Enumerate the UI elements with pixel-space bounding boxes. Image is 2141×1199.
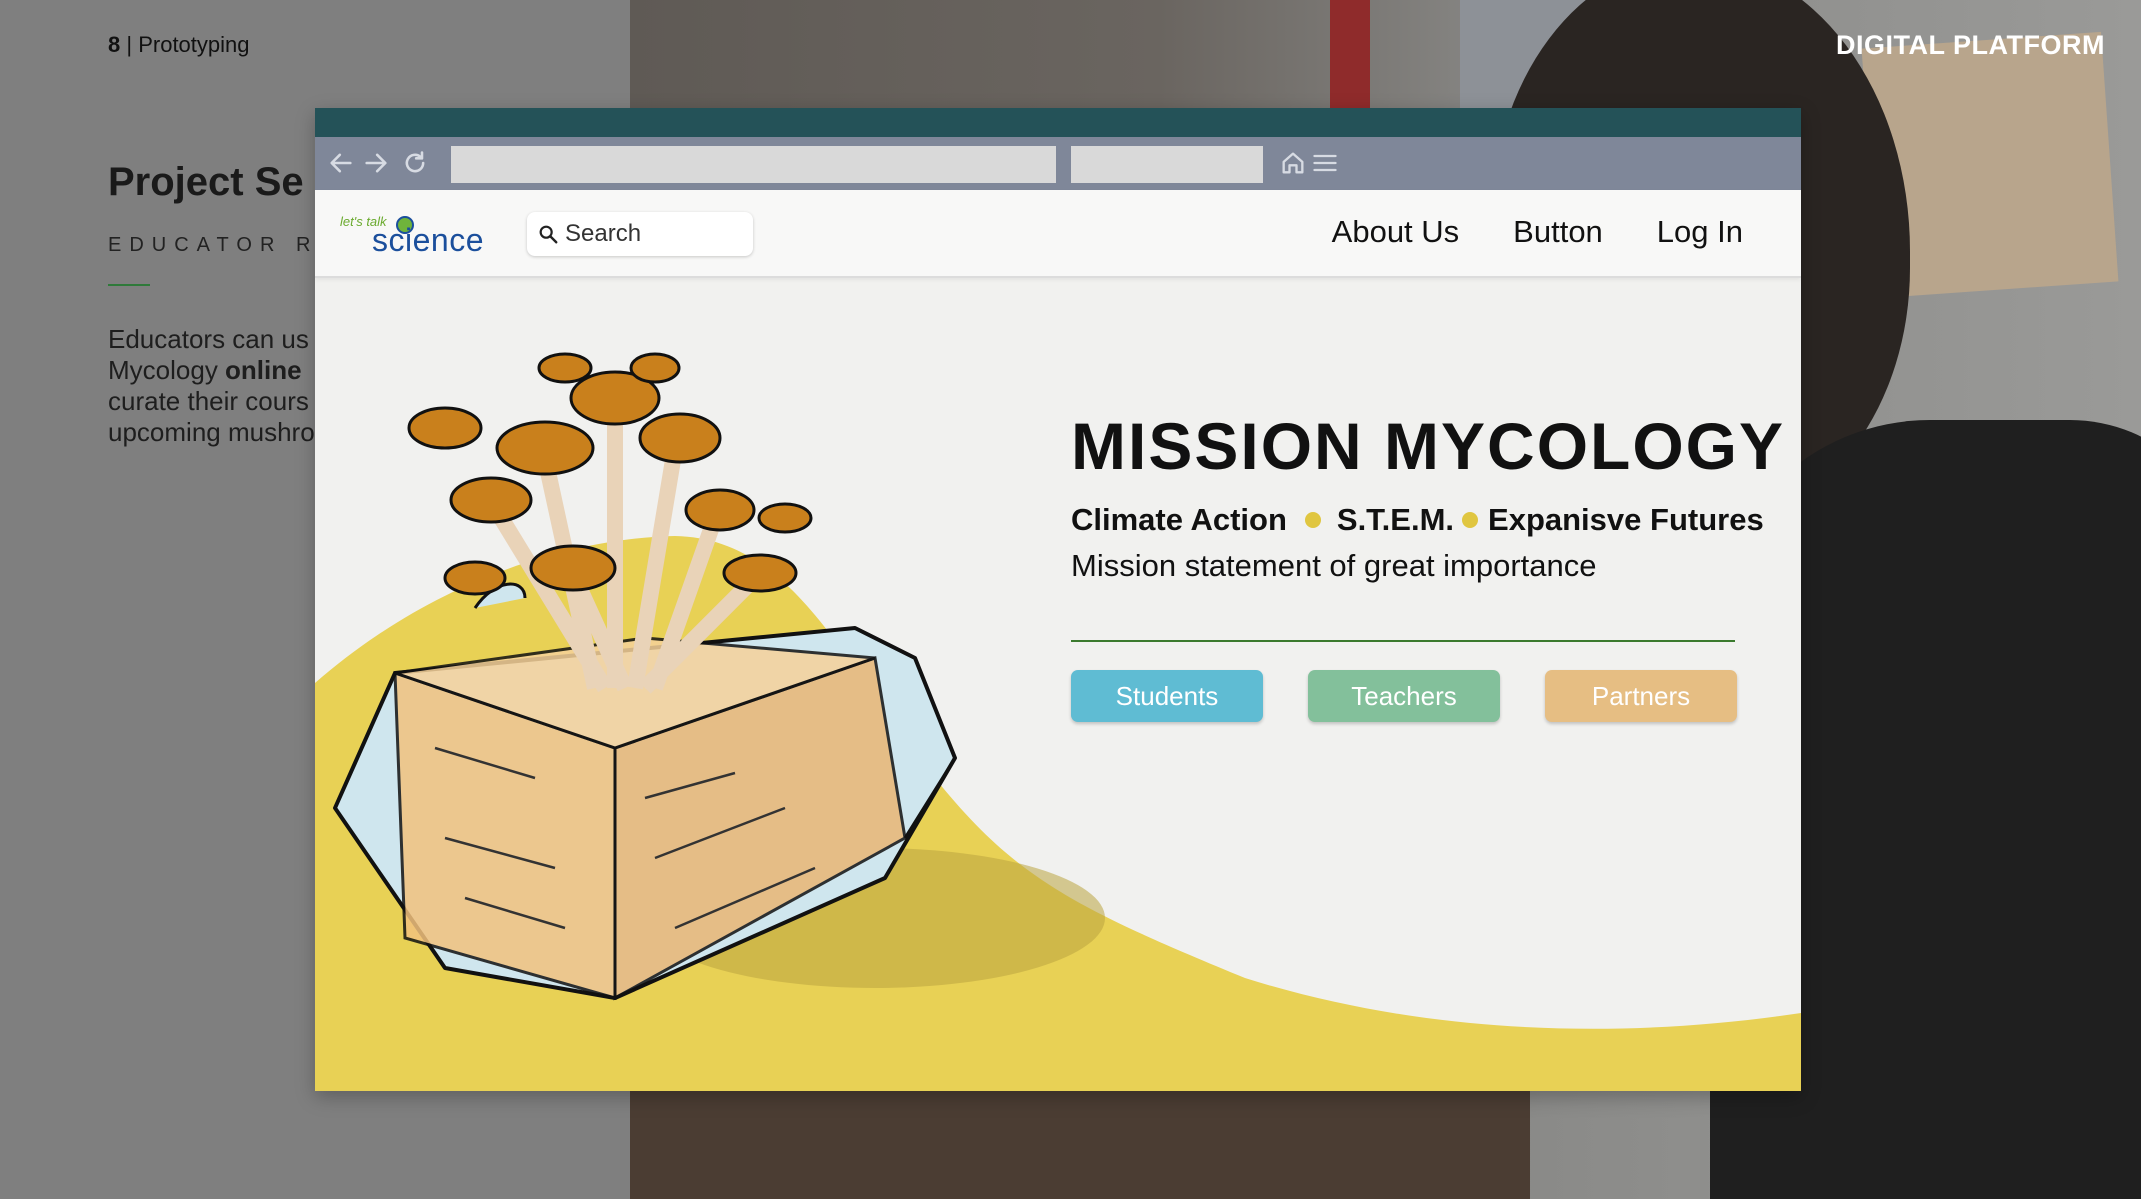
slide-subtitle: EDUCATOR RE [108,234,340,256]
browser-title-bar [315,108,1801,137]
page-section: Prototyping [138,32,250,57]
slide-page-number: 8 | Prototyping [108,32,250,57]
nav-about-us[interactable]: About Us [1332,214,1460,250]
body-line: upcoming mushro [108,417,315,447]
body-line: Mycology online [108,355,338,386]
photo-floor [630,1080,1530,1199]
forward-arrow-icon[interactable] [360,147,392,179]
nav-button[interactable]: Button [1513,214,1603,250]
tag-stem: S.T.E.M. [1336,502,1455,537]
students-button[interactable]: Students [1071,670,1263,722]
secondary-search-bar[interactable] [1071,146,1263,183]
hero-title: MISSION MYCOLOGY [1071,409,1786,483]
browser-mockup: let's talk science About Us Button Log I… [315,108,1801,1091]
browser-toolbar [315,137,1801,190]
body-line: curate their cours [108,386,309,416]
search-input[interactable] [565,220,745,248]
hero-text-block: MISSION MYCOLOGY Climate Action S.T.E.M.… [1071,408,1786,722]
nav-log-in[interactable]: Log In [1657,214,1743,250]
slide-title: Project Se [108,160,304,204]
hero-section: MISSION MYCOLOGY Climate Action S.T.E.M.… [315,278,1801,1091]
menu-icon[interactable] [1309,147,1341,179]
mission-statement: Mission statement of great importance [1071,548,1597,583]
photo-red-frame [1330,0,1370,120]
bullet-dot-icon [1304,512,1321,528]
logo-wordmark: science [372,222,484,258]
body-text: Mycology [108,355,226,385]
hero-divider [1071,640,1735,642]
tag-expansive-futures: Expanisve Futures [1488,502,1764,537]
partners-button[interactable]: Partners [1545,670,1737,722]
site-header: let's talk science About Us Button Log I… [315,190,1801,278]
teachers-button[interactable]: Teachers [1308,670,1500,722]
site-search-box[interactable] [527,212,753,256]
lets-talk-science-logo[interactable]: let's talk science [340,214,484,258]
bullet-dot-icon [1462,512,1479,528]
hero-tags: Climate Action S.T.E.M. Expanisve Future… [1071,502,1771,538]
page-number: 8 [108,32,121,57]
body-line: Educators can us [108,324,309,354]
main-nav: About Us Button Log In [1332,214,1743,250]
slide-corner-label: DIGITAL PLATFORM [1836,30,2105,60]
slide-body: Educators can us Mycology online curate … [108,324,338,448]
reload-icon[interactable] [399,147,431,179]
body-bold-text: online [225,355,302,385]
search-icon [539,225,558,244]
audience-buttons: Students Teachers Partners [1071,670,1771,722]
slide-divider [108,284,150,286]
back-arrow-icon[interactable] [325,147,357,179]
tag-climate-action: Climate Action [1071,502,1287,537]
home-icon[interactable] [1277,147,1309,179]
address-bar[interactable] [451,146,1056,183]
